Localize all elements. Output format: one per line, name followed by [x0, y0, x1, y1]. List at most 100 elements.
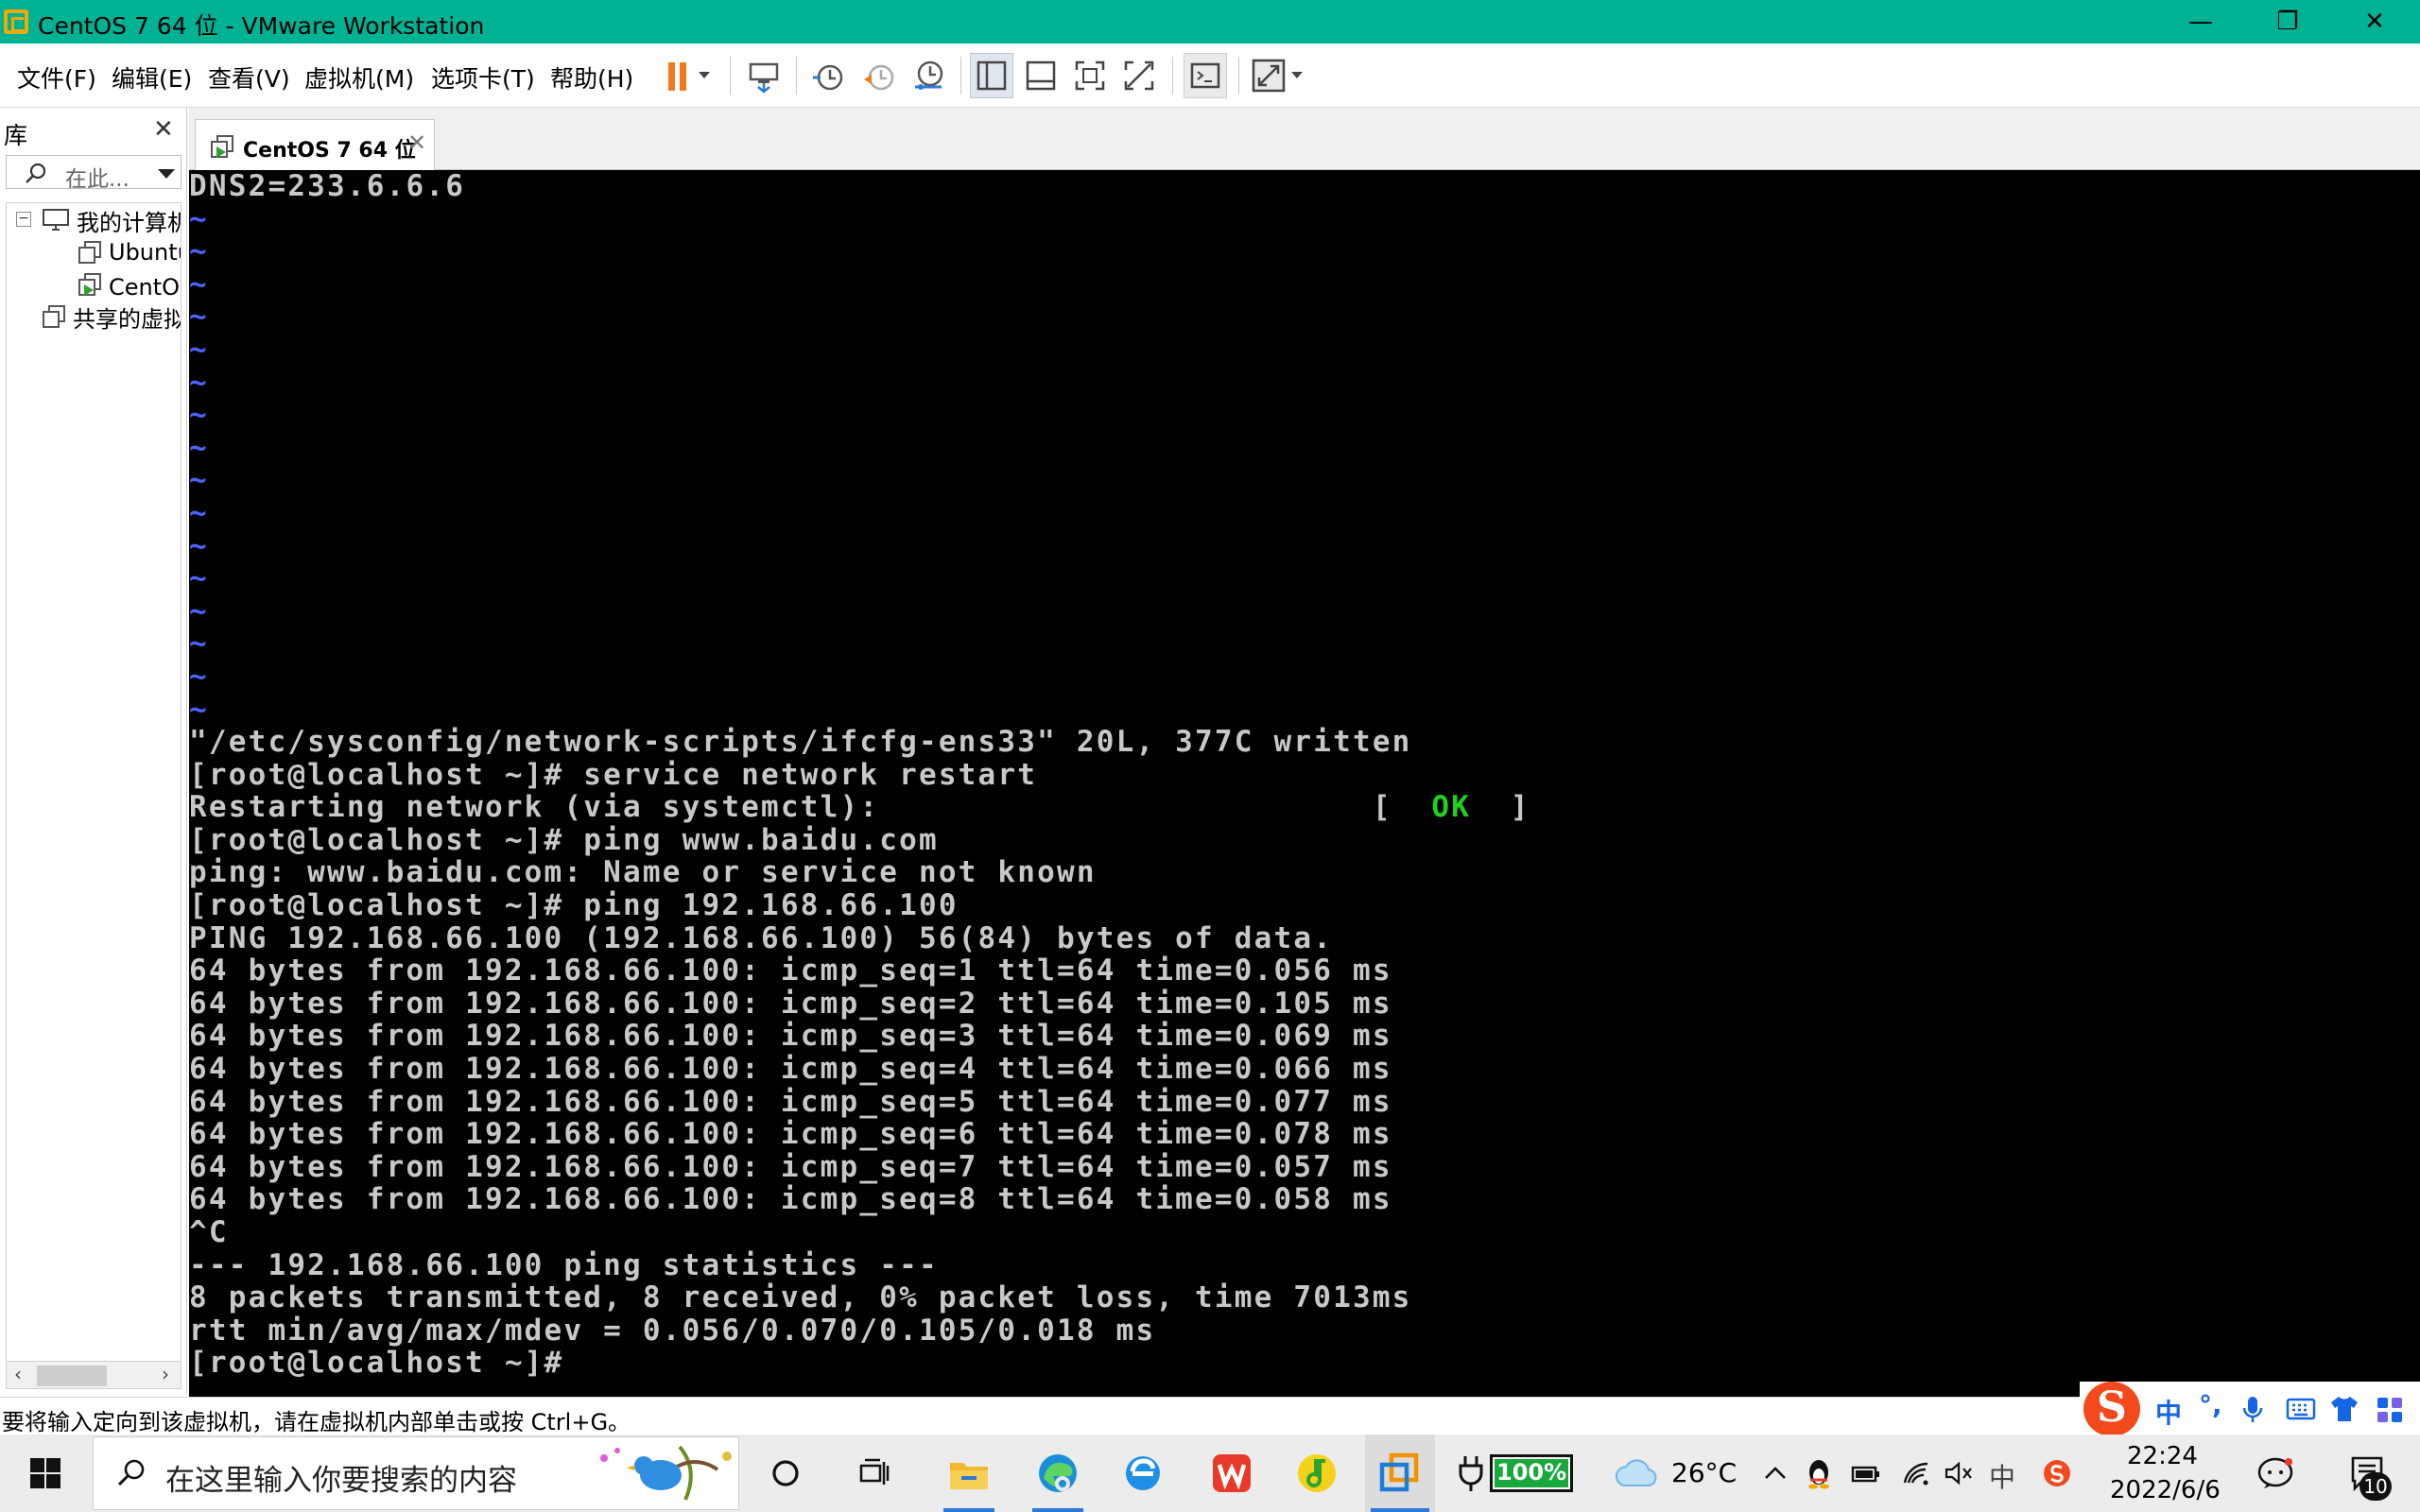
console-output: DNS2=233.6.6.6 ~ ~ ~ ~ ~ ~ ~ ~ ~ ~ ~ ~ ~ ~ ~ ~ "/etc/sysc…: [189, 170, 2420, 1380]
shirt-icon[interactable]: [2329, 1395, 2360, 1423]
weather-temperature[interactable]: 26°C: [1671, 1457, 1737, 1488]
thumbnail-bar-button[interactable]: [1019, 53, 1063, 98]
status-bar: 要将输入定向到该虚拟机，请在虚拟机内部单击或按 Ctrl+G。: [0, 1397, 2420, 1435]
ime-language-toggle[interactable]: 中: [2155, 1393, 2182, 1431]
maximize-button[interactable]: ❐: [2244, 0, 2331, 43]
unity-button[interactable]: [1117, 53, 1161, 98]
menu-help[interactable]: 帮助(H): [550, 60, 633, 94]
internet-explorer-icon: [1126, 1456, 1160, 1490]
title-bar: CentOS 7 64 位 - VMware Workstation — ❐ ✕: [0, 0, 2420, 43]
weather-widget[interactable]: [1607, 1435, 1664, 1512]
send-ctrl-alt-del-button[interactable]: [741, 53, 786, 98]
pause-button[interactable]: [656, 53, 722, 98]
music-app-button[interactable]: [1284, 1435, 1350, 1512]
menu-edit[interactable]: 编辑(E): [112, 60, 192, 94]
console-line: 64 bytes from 192.168.66.100: icmp_seq=1…: [189, 954, 1392, 988]
tree-item-ubuntu[interactable]: Ubuntu: [77, 237, 181, 267]
close-tab-button[interactable]: ✕: [407, 129, 426, 156]
chat-bubble-icon: [2257, 1457, 2293, 1488]
show-library-button[interactable]: [970, 53, 1013, 98]
tree-label: 我的计算机: [77, 209, 182, 236]
vm-console[interactable]: DNS2=233.6.6.6 ~ ~ ~ ~ ~ ~ ~ ~ ~ ~ ~ ~ ~ ~ ~ ~ "/etc/sysc…: [189, 170, 2420, 1397]
file-explorer-button[interactable]: [936, 1435, 1002, 1512]
menu-view[interactable]: 查看(V): [208, 60, 290, 94]
vmware-taskbar-button[interactable]: [1365, 1435, 1435, 1512]
notification-center-button[interactable]: 10: [2335, 1435, 2401, 1512]
snapshot-manager-button[interactable]: [906, 53, 951, 98]
qq-tray-button[interactable]: [1800, 1435, 1838, 1512]
battery-tray-button[interactable]: [1847, 1435, 1885, 1512]
scroll-right-icon[interactable]: ›: [162, 1363, 169, 1385]
wps-button[interactable]: [1199, 1435, 1265, 1512]
tree-label: CentOS 7 64 位: [109, 273, 181, 301]
pause-icon: [668, 62, 710, 91]
ie-button[interactable]: [1110, 1435, 1176, 1512]
ime-punctuation-toggle[interactable]: °,: [2199, 1389, 2222, 1420]
network-tray-button[interactable]: [1898, 1435, 1936, 1512]
toolbar-separator: [960, 57, 961, 94]
console-tilde-line: ~: [189, 495, 209, 530]
cortana-button[interactable]: [752, 1435, 819, 1512]
scroll-left-icon[interactable]: ‹: [14, 1363, 22, 1385]
sogou-logo-icon[interactable]: S: [2083, 1382, 2140, 1436]
menu-vm[interactable]: 虚拟机(M): [304, 60, 414, 94]
library-search-placeholder: 在此...: [65, 167, 130, 192]
tree-expander[interactable]: −: [16, 212, 31, 227]
library-horizontal-scrollbar[interactable]: ‹ ›: [6, 1361, 182, 1389]
grid-icon[interactable]: [2375, 1395, 2405, 1425]
menu-toolbar: 文件(F) 编辑(E) 查看(V) 虚拟机(M) 选项卡(T) 帮助(H): [0, 43, 2420, 108]
shared-vm-icon: [43, 305, 65, 328]
volume-muted-icon: [1945, 1461, 1972, 1486]
stretch-guest-button[interactable]: [1248, 53, 1310, 98]
menu-file[interactable]: 文件(F): [17, 60, 96, 94]
keyboard-icon[interactable]: [2286, 1397, 2316, 1421]
sogou-tray-button[interactable]: [2038, 1435, 2076, 1512]
taskbar-search-input[interactable]: 在这里输入你要搜索的内容: [93, 1436, 739, 1510]
toolbar-separator: [730, 57, 731, 94]
task-view-button[interactable]: [841, 1435, 908, 1512]
ime-indicator[interactable]: 中: [1989, 1457, 2015, 1495]
notification-count-badge: 10: [2360, 1472, 2392, 1501]
battery-indicator[interactable]: 100%: [1454, 1435, 1577, 1512]
library-panel: 库 ✕ 在此... − 我的计算机 Ubuntu: [0, 108, 187, 1393]
revert-snapshot-button[interactable]: [856, 53, 902, 98]
close-library-button[interactable]: ✕: [153, 115, 174, 144]
console-line: 64 bytes from 192.168.66.100: icmp_seq=3…: [189, 1019, 1392, 1054]
console-line: [root@localhost ~]#: [189, 1346, 564, 1381]
console-line: 64 bytes from 192.168.66.100: icmp_seq=5…: [189, 1084, 1392, 1119]
menu-tabs[interactable]: 选项卡(T): [431, 60, 535, 94]
clock-date[interactable]: 2022/6/6: [2110, 1476, 2221, 1504]
scrollbar-thumb[interactable]: [37, 1366, 107, 1386]
file-explorer-icon: [950, 1463, 988, 1489]
clock-time[interactable]: 22:24: [2127, 1442, 2198, 1470]
chevron-up-icon: [1765, 1467, 1786, 1479]
task-view-icon: [859, 1458, 890, 1485]
library-search-input[interactable]: 在此...: [6, 155, 182, 192]
close-window-button[interactable]: ✕: [2331, 0, 2418, 43]
chat-tray-button[interactable]: [2250, 1435, 2301, 1512]
show-hidden-icons-button[interactable]: [1756, 1435, 1794, 1512]
tab-centos[interactable]: CentOS 7 64 位 ✕: [195, 119, 435, 170]
microphone-icon[interactable]: [2240, 1395, 2265, 1425]
console-line: ping: www.baidu.com: Name or service not…: [189, 855, 1097, 890]
full-screen-button[interactable]: [1068, 53, 1112, 98]
console-line: [root@localhost ~]# service network rest…: [189, 757, 1038, 792]
vmware-app-icon[interactable]: [4, 9, 28, 34]
console-tilde-line: ~: [189, 430, 209, 465]
take-snapshot-button[interactable]: [805, 53, 851, 98]
toolbar-separator: [1172, 57, 1173, 94]
console-tilde-line: ~: [189, 627, 209, 662]
volume-tray-button[interactable]: [1940, 1435, 1978, 1512]
battery-percent: 100%: [1496, 1459, 1567, 1486]
tree-label: Ubuntu: [109, 239, 181, 266]
console-line: 64 bytes from 192.168.66.100: icmp_seq=2…: [189, 986, 1392, 1021]
start-button[interactable]: [0, 1435, 91, 1512]
chevron-down-icon[interactable]: [158, 169, 175, 179]
tree-item-shared-vms[interactable]: 共享的虚拟机: [41, 301, 181, 333]
edge-button[interactable]: [1025, 1435, 1091, 1512]
console-view-button[interactable]: [1184, 53, 1227, 98]
tree-item-my-computer[interactable]: 我的计算机: [41, 205, 182, 236]
minimize-button[interactable]: —: [2157, 0, 2244, 43]
tree-item-centos[interactable]: CentOS 7 64 位: [77, 269, 181, 301]
windows-logo-icon: [30, 1458, 60, 1488]
